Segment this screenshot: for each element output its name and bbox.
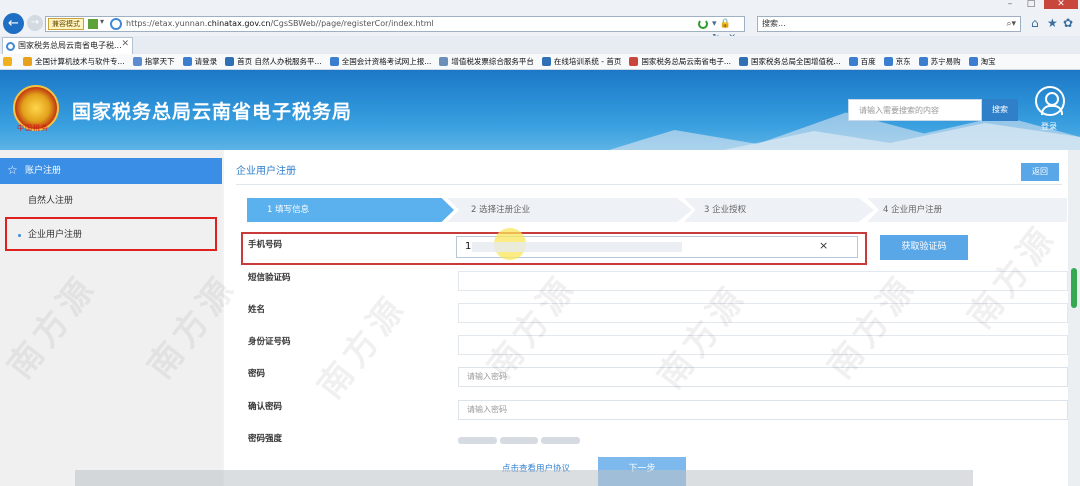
browser-search-field[interactable]: 搜索... ⌕▾	[757, 16, 1021, 32]
strength-segment	[541, 437, 581, 444]
back-button[interactable]: 返回	[1021, 163, 1059, 181]
minimize-button[interactable]: –	[1000, 0, 1020, 9]
gear-icon[interactable]: ✿	[1063, 15, 1073, 31]
sidebar: ☆ 账户注册 自然人注册 企业用户注册	[0, 150, 222, 486]
favorite-link[interactable]: 全国计算机技术与软件专...	[23, 56, 125, 67]
site-search-button[interactable]: 搜索	[982, 99, 1018, 121]
user-avatar-icon[interactable]	[1035, 86, 1065, 116]
main-content: 企业用户注册 返回 1 填写信息 2 选择注册企业 3 企业授权 4 企业用户注…	[224, 150, 1068, 486]
name-input[interactable]	[458, 303, 1068, 323]
favorite-site-icon	[182, 57, 192, 66]
favorite-site-icon	[541, 57, 551, 66]
sms-code-label: 短信验证码	[248, 273, 291, 283]
browser-tab[interactable]: 国家税务总局云南省电子税... ✕	[2, 37, 133, 54]
favorite-site-icon	[918, 57, 928, 66]
compat-mode-icon	[88, 19, 98, 29]
site-title: 国家税务总局云南省电子税务局	[72, 101, 353, 123]
refresh-icon[interactable]	[698, 19, 708, 29]
emblem-caption: 中国税务	[17, 124, 49, 132]
phone-input[interactable]: 1 ×	[456, 228, 858, 260]
sidebar-item-natural-person[interactable]: 自然人注册	[28, 195, 73, 207]
strength-segment	[458, 437, 497, 444]
home-icon[interactable]: ⌂	[1031, 15, 1039, 31]
favorite-link[interactable]: 指掌天下	[132, 56, 175, 67]
step-fill-info: 1 填写信息	[247, 198, 454, 222]
step-select-enterprise: 2 选择注册企业	[447, 198, 692, 222]
close-window-button[interactable]: ✕	[1044, 0, 1078, 9]
favorite-site-icon	[132, 57, 142, 66]
favorite-link[interactable]: 首页 自然人办税服务平...	[225, 56, 322, 67]
chevron-down-icon[interactable]: ▾	[100, 17, 104, 26]
favorite-link[interactable]: 国家税务总局云南省电子...	[629, 56, 731, 67]
divider	[236, 184, 1062, 185]
ie-tab-icon	[6, 42, 15, 51]
close-tab-icon[interactable]: ✕	[121, 39, 129, 49]
favorite-site-icon	[225, 57, 235, 66]
url-field[interactable]: 兼容模式 ▾ https://etax.yunnan.chinatax.gov.…	[45, 16, 745, 43]
favorite-link[interactable]: 京东	[883, 56, 911, 67]
site-search-input[interactable]: 请输入需要搜索的内容	[848, 99, 982, 121]
scroll-thumb[interactable]	[1071, 268, 1077, 308]
password-strength-label: 密码强度	[248, 434, 283, 444]
favorite-link[interactable]: 国家税务总局全国增值税...	[739, 56, 841, 67]
bottom-overlay-bar	[75, 470, 973, 486]
step-enterprise-authorize: 3 企业授权	[684, 198, 874, 222]
back-arrow-icon[interactable]: ←	[3, 13, 24, 34]
favorite-link[interactable]: 苏宁易购	[918, 56, 961, 67]
forward-arrow-icon[interactable]: →	[27, 15, 43, 31]
blurred-phone-digits	[472, 242, 682, 252]
page-scrollbar[interactable]	[1068, 150, 1080, 486]
favorite-site-icon	[439, 57, 449, 66]
sms-code-input[interactable]	[458, 271, 1068, 291]
password-strength-meter	[458, 437, 581, 444]
compat-mode-badge[interactable]: 兼容模式	[48, 18, 84, 30]
name-label: 姓名	[248, 305, 266, 315]
favorite-site-icon	[23, 57, 32, 66]
id-number-input[interactable]	[458, 335, 1068, 355]
favorite-site-icon	[739, 57, 748, 66]
favorite-link[interactable]: 增值税发票综合服务平台	[439, 56, 534, 67]
maximize-button[interactable]: □	[1021, 0, 1041, 9]
strength-segment	[499, 437, 539, 444]
favorite-link[interactable]: 在线培训系统 - 首页	[541, 56, 621, 67]
favorite-site-icon	[968, 57, 978, 66]
favorite-link[interactable]: 全国会计资格考试网上报...	[329, 56, 431, 67]
login-link[interactable]: 登录	[1041, 121, 1057, 132]
step-enterprise-user-register: 4 企业用户注册	[867, 198, 1067, 222]
favorite-site-icon	[629, 57, 639, 66]
sidebar-highlight-box	[5, 217, 217, 251]
favorite-link[interactable]: 淘宝	[968, 56, 996, 67]
password-label: 密码	[248, 369, 266, 379]
favorites-bar: 全国计算机技术与软件专... 指掌天下 请登录 首页 自然人办税服务平... 全国会计资…	[0, 54, 1080, 70]
confirm-password-label: 确认密码	[248, 402, 283, 412]
clear-icon[interactable]: ×	[819, 239, 828, 253]
browser-address-bar: – □ ✕ ← → 兼容模式 ▾ https://etax.yunnan.chi…	[0, 0, 1080, 43]
favorite-site-icon	[329, 57, 339, 66]
favorites-star-icon[interactable]: ★	[1047, 15, 1058, 31]
search-icon[interactable]: ⌕▾	[1006, 17, 1016, 31]
confirm-password-input[interactable]: 请输入密码	[458, 400, 1068, 420]
get-sms-code-button[interactable]: 获取验证码	[880, 235, 968, 260]
favorite-link[interactable]: 百度	[848, 56, 876, 67]
favorites-star-button[interactable]	[3, 56, 15, 67]
password-input[interactable]: 请输入密码	[458, 367, 1068, 387]
sidebar-header: ☆ 账户注册	[0, 158, 222, 184]
favorite-site-icon	[848, 57, 858, 66]
step-progress: 1 填写信息 2 选择注册企业 3 企业授权 4 企业用户注册	[247, 198, 1067, 222]
favorite-site-icon	[883, 57, 893, 66]
ie-page-icon	[110, 18, 122, 30]
favorite-link[interactable]: 请登录	[182, 56, 217, 67]
site-banner: 中国税务 国家税务总局云南省电子税务局 请输入需要搜索的内容 搜索 登录	[0, 70, 1080, 150]
star-icon: ☆	[7, 163, 18, 177]
url-text: https://etax.yunnan.chinatax.gov.cn/CgsS…	[126, 19, 434, 28]
phone-label: 手机号码	[248, 240, 283, 250]
page-title: 企业用户注册	[236, 166, 296, 177]
id-number-label: 身份证号码	[248, 337, 291, 347]
browser-tab-bar: 国家税务总局云南省电子税... ✕	[0, 36, 1080, 54]
